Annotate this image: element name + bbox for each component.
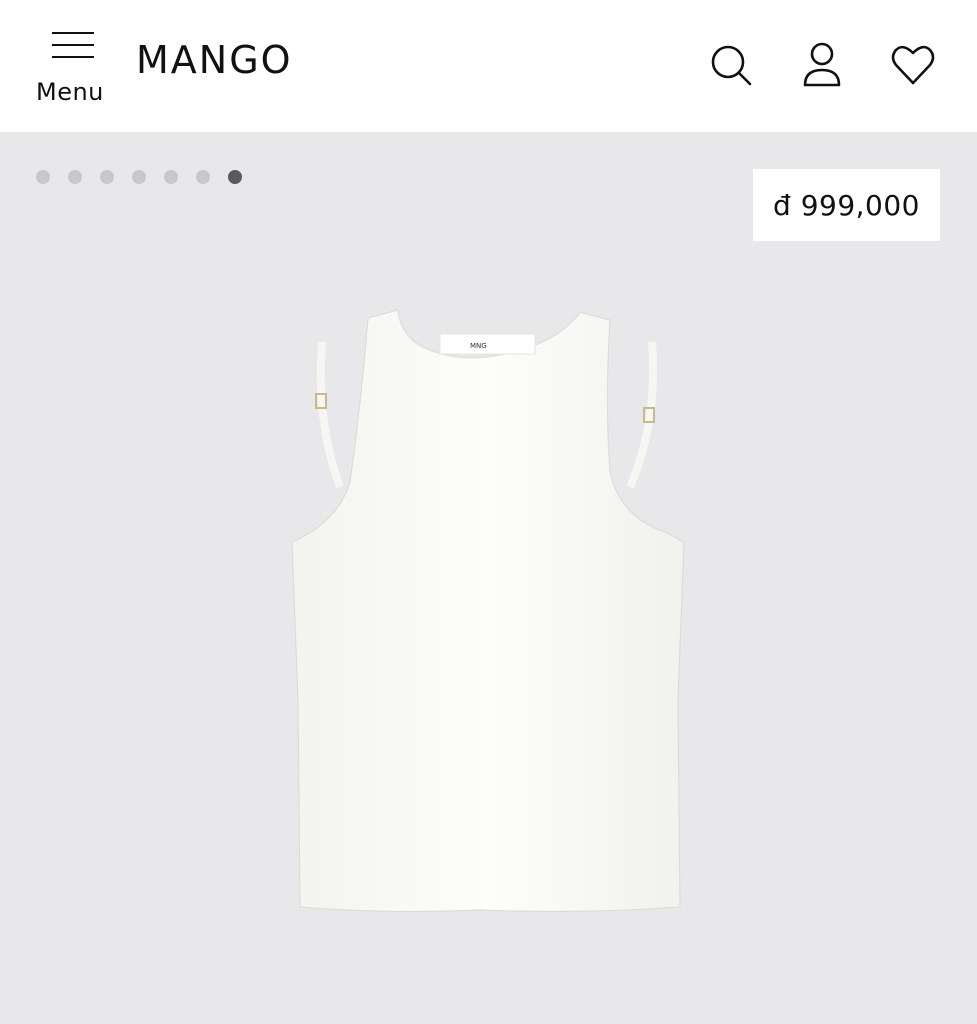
pagination-dot[interactable] [68,170,82,184]
menu-label: Menu [36,78,104,106]
pagination-dot[interactable] [132,170,146,184]
pagination-dot[interactable] [164,170,178,184]
account-icon[interactable] [797,40,847,90]
pagination-dot[interactable] [100,170,114,184]
price-badge: đ 999,000 [753,169,940,241]
product-gallery[interactable]: đ 999,000 MNG [0,132,977,1024]
price-value: đ 999,000 [773,188,920,222]
wishlist-heart-icon[interactable] [888,40,938,90]
brand-logo[interactable]: MANGO [136,38,293,82]
search-icon[interactable] [706,40,756,90]
top-header: Menu MANGO [0,0,977,132]
menu-button[interactable]: Menu [30,28,114,108]
hamburger-icon [52,30,96,62]
brand-tag-text: MNG [470,342,487,350]
product-image: MNG [291,309,685,913]
gallery-pagination [36,170,242,184]
pagination-dot[interactable] [196,170,210,184]
pagination-dot[interactable] [36,170,50,184]
pagination-dot-active[interactable] [228,170,242,184]
